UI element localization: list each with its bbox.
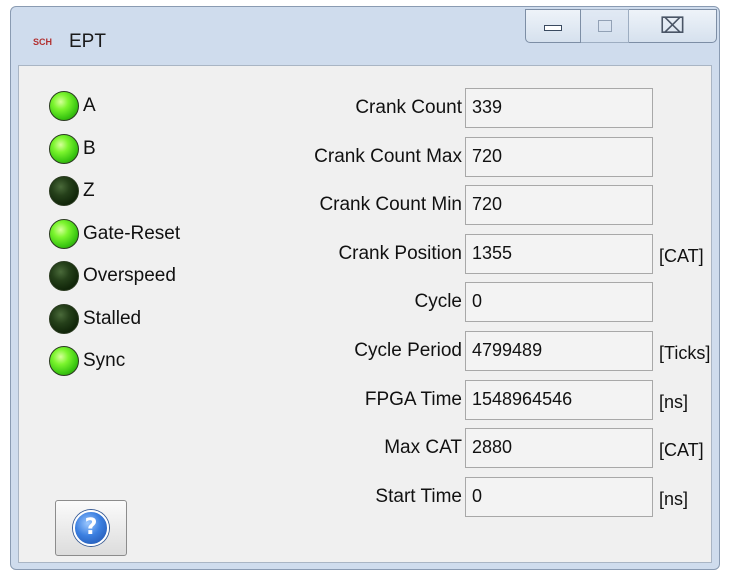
field-value: 339	[472, 97, 503, 117]
field-cycle: Cycle 0	[19, 282, 713, 323]
value-display[interactable]: 0	[465, 282, 653, 323]
help-button[interactable]: ?	[55, 500, 127, 556]
field-label: Crank Count Min	[319, 194, 462, 216]
field-value: 4799489	[472, 340, 543, 360]
maximize-icon	[598, 20, 612, 32]
caption-buttons: ⌧	[525, 9, 717, 49]
field-max-cat: Max CAT 2880 [CAT]	[19, 428, 713, 469]
field-value: 1548964546	[472, 388, 573, 409]
field-crank-count-min: Crank Count Min 720	[19, 185, 713, 226]
field-value: 1355	[472, 242, 513, 263]
field-unit: [Ticks]	[659, 343, 711, 363]
field-unit: [CAT]	[659, 440, 704, 461]
value-display[interactable]: 2880	[465, 428, 653, 469]
value-display[interactable]: 1548964546	[465, 379, 653, 420]
field-value: 0	[472, 291, 483, 312]
value-display[interactable]: 720	[465, 136, 653, 177]
field-value: 720	[472, 145, 503, 166]
value-display[interactable]: 339	[465, 88, 653, 128]
field-cycle-period: Cycle Period 4799489 [Ticks]	[19, 331, 713, 371]
app-logo-icon: SCH	[33, 37, 53, 47]
close-button[interactable]: ⌧	[629, 9, 717, 43]
field-unit: [ns]	[659, 391, 689, 412]
field-value: 0	[472, 485, 483, 506]
maximize-button	[581, 9, 629, 43]
value-display[interactable]: 720	[465, 185, 653, 226]
window-title: EPT	[69, 31, 106, 52]
field-label: Crank Count	[355, 97, 462, 118]
field-unit: [CAT]	[659, 245, 704, 266]
field-crank-count-max: Crank Count Max 720	[19, 136, 713, 177]
field-value: 720	[472, 194, 503, 215]
field-label: Cycle Period	[354, 340, 462, 361]
field-label: FPGA Time	[364, 388, 462, 410]
field-crank-position: Crank Position 1355 [CAT]	[19, 233, 713, 274]
minimize-icon	[544, 25, 562, 31]
value-display[interactable]: 4799489	[465, 331, 653, 371]
field-label: Crank Count Max	[314, 145, 462, 167]
value-display[interactable]: 1355	[465, 233, 653, 274]
field-label: Cycle	[414, 291, 462, 313]
field-value: 2880	[472, 437, 513, 458]
ept-window: SCH EPT ⌧ A B Z Gate-Reset Overspeed Stalled S…	[10, 6, 720, 570]
field-label: Start Time	[375, 485, 462, 507]
help-icon: ?	[73, 510, 109, 546]
title-bar[interactable]: SCH EPT ⌧	[11, 7, 719, 65]
field-unit: [ns]	[659, 488, 689, 509]
field-fpga-time: FPGA Time 1548964546 [ns]	[19, 379, 713, 420]
value-display[interactable]: 0	[465, 476, 653, 517]
panel-body: A B Z Gate-Reset Overspeed Stalled Sync Crank …	[18, 65, 712, 563]
close-icon: ⌧	[659, 14, 686, 39]
field-crank-count: Crank Count 339	[19, 88, 713, 128]
field-label: Crank Position	[338, 242, 462, 264]
field-label: Max CAT	[384, 437, 462, 459]
minimize-button[interactable]	[525, 9, 581, 43]
